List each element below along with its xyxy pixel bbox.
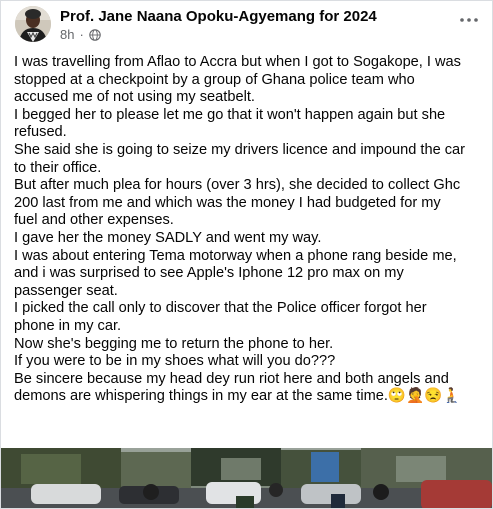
author-name[interactable]: Prof. Jane Naana Opoku-Agyemang for 2024 bbox=[60, 8, 377, 25]
post-text-line: stopped at a checkpoint by a group of Gh… bbox=[14, 71, 415, 88]
post-text-line: fuel and other expenses. bbox=[14, 212, 174, 229]
post-text-line: to their office. bbox=[14, 159, 102, 176]
post-text-line: passenger seat. bbox=[14, 282, 118, 299]
post-body: I was travelling from Aflao to Accra but… bbox=[14, 54, 484, 406]
more-options-icon bbox=[460, 18, 478, 22]
post-text-line: Now she's begging me to return the phone… bbox=[14, 335, 334, 352]
post-text-line: If you were to be in my shoes what will … bbox=[14, 353, 336, 370]
post-meta: 8h · bbox=[60, 27, 101, 42]
avatar-image bbox=[15, 6, 51, 42]
post-text-line: I begged her to please let me go that it… bbox=[14, 106, 446, 123]
post-text-line: accused me of not using my seatbelt. bbox=[14, 89, 255, 106]
street-scene-image bbox=[1, 448, 492, 508]
post-text-line: phone in my car. bbox=[14, 317, 122, 334]
post-text-line: demons are whispering things in my ear a… bbox=[14, 388, 461, 405]
post-card: Prof. Jane Naana Opoku-Agyemang for 2024… bbox=[0, 0, 493, 509]
post-text-line: I was travelling from Aflao to Accra but… bbox=[14, 54, 461, 70]
post-text-line: I gave her the money SADLY and went my w… bbox=[14, 229, 322, 246]
post-text-line: But after much plea for hours (over 3 hr… bbox=[14, 177, 461, 194]
avatar[interactable] bbox=[15, 6, 51, 42]
post-text-line: 200 last from me and which was the money… bbox=[14, 194, 441, 211]
post-text-line: I was about entering Tema motorway when … bbox=[14, 247, 457, 264]
post-text-line: I picked the call only to discover that … bbox=[14, 300, 427, 317]
post-time[interactable]: 8h bbox=[60, 27, 74, 42]
more-options-button[interactable] bbox=[458, 13, 480, 27]
post-header: Prof. Jane Naana Opoku-Agyemang for 2024… bbox=[1, 1, 492, 45]
post-text-line: Be sincere because my head dey run riot … bbox=[14, 370, 449, 387]
post-text-line: refused. bbox=[14, 124, 67, 141]
post-text-line: She said she is going to seize my driver… bbox=[14, 141, 466, 158]
meta-separator: · bbox=[79, 27, 84, 42]
globe-icon bbox=[89, 28, 101, 41]
post-text-line: and i was surprised to see Apple's Iphon… bbox=[14, 265, 404, 282]
post-photo[interactable] bbox=[1, 448, 492, 508]
